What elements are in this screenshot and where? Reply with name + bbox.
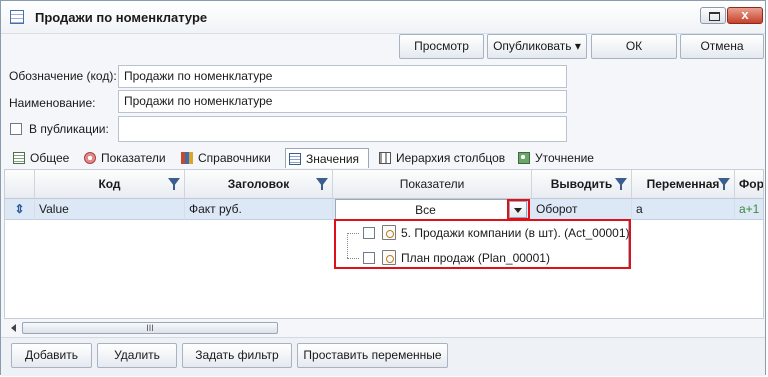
tab-label: Иерархия столбцов bbox=[396, 151, 506, 165]
filter-icon[interactable] bbox=[718, 178, 730, 190]
cell-variable[interactable]: a bbox=[632, 199, 735, 220]
column-header-formula[interactable]: Форм bbox=[735, 170, 764, 199]
horizontal-scrollbar[interactable]: III bbox=[11, 322, 767, 335]
filter-icon[interactable] bbox=[168, 178, 180, 190]
hierarchy-icon bbox=[379, 152, 391, 164]
list-icon bbox=[13, 152, 25, 164]
dropdown-arrow-highlight bbox=[507, 199, 530, 220]
cell-code[interactable]: Value bbox=[35, 199, 185, 220]
publication-checkbox[interactable] bbox=[10, 123, 22, 135]
books-icon bbox=[181, 152, 193, 164]
preview-button[interactable]: Просмотр bbox=[399, 34, 484, 59]
dialog-window: Продажи по номенклатуре x Просмотр Опубл… bbox=[0, 0, 767, 376]
table-icon bbox=[289, 153, 301, 165]
tab-label: Уточнение bbox=[535, 151, 594, 165]
tab-label: Справочники bbox=[198, 151, 271, 165]
tab-values[interactable]: Значения bbox=[285, 148, 369, 168]
window-title: Продажи по номенклатуре bbox=[35, 10, 208, 25]
row-indicator-header bbox=[5, 170, 35, 199]
tab-refinement[interactable]: Уточнение bbox=[515, 148, 605, 168]
tab-label: Общее bbox=[30, 151, 70, 165]
set-variables-button[interactable]: Проставить переменные bbox=[297, 343, 448, 368]
publish-button[interactable]: Опубликовать ▾ bbox=[487, 34, 587, 59]
code-label: Обозначение (код): bbox=[9, 69, 117, 83]
column-header-title[interactable]: Заголовок bbox=[185, 170, 333, 199]
column-header-label: Выводить bbox=[550, 177, 613, 191]
scroll-left-icon[interactable] bbox=[11, 324, 16, 332]
column-header-label: Переменная bbox=[646, 177, 720, 191]
table-icon bbox=[10, 10, 24, 24]
add-button[interactable]: Добавить bbox=[11, 343, 92, 368]
close-button[interactable]: x bbox=[727, 7, 763, 24]
filter-icon[interactable] bbox=[615, 178, 627, 190]
code-input[interactable]: Продажи по номенклатуре bbox=[118, 65, 567, 88]
tab-general[interactable]: Общее bbox=[10, 148, 76, 168]
maximize-button[interactable] bbox=[700, 7, 726, 24]
tab-indicators[interactable]: Показатели bbox=[81, 148, 173, 168]
column-header-indicators[interactable]: Показатели bbox=[333, 170, 532, 199]
delete-button[interactable]: Удалить bbox=[97, 343, 177, 368]
ok-button[interactable]: ОК bbox=[591, 34, 677, 59]
cancel-button[interactable]: Отмена bbox=[680, 34, 764, 59]
tab-label: Показатели bbox=[101, 151, 166, 165]
title-bar: Продажи по номенклатуре x bbox=[1, 1, 765, 34]
refine-icon bbox=[518, 152, 530, 164]
tab-column-hierarchy[interactable]: Иерархия столбцов bbox=[376, 148, 510, 168]
column-header-variable[interactable]: Переменная bbox=[632, 170, 735, 199]
column-header-label: Код bbox=[98, 177, 121, 191]
scrollbar-thumb[interactable]: III bbox=[22, 322, 278, 334]
row-move-icon[interactable]: ⇕ bbox=[5, 199, 35, 220]
name-input[interactable]: Продажи по номенклатуре bbox=[118, 90, 567, 113]
tab-directories[interactable]: Справочники bbox=[178, 148, 280, 168]
filter-icon[interactable] bbox=[316, 178, 328, 190]
set-filter-button[interactable]: Задать фильтр bbox=[182, 343, 292, 368]
column-header-label: Форм bbox=[739, 177, 764, 191]
column-header-code[interactable]: Код bbox=[35, 170, 185, 199]
cell-indicators-combobox[interactable]: Все bbox=[335, 199, 512, 220]
publication-input[interactable] bbox=[118, 116, 567, 142]
dropdown-list-highlight bbox=[334, 219, 631, 269]
cell-title[interactable]: Факт руб. bbox=[185, 199, 333, 220]
column-header-label: Показатели bbox=[399, 177, 465, 191]
cell-formula[interactable]: a+1 bbox=[735, 199, 763, 220]
tab-label: Значения bbox=[306, 152, 360, 166]
name-label: Наименование: bbox=[9, 96, 96, 110]
column-header-output[interactable]: Выводить bbox=[532, 170, 632, 199]
cell-output[interactable]: Оборот bbox=[532, 199, 632, 220]
publication-label: В публикации: bbox=[29, 122, 109, 136]
indicators-icon bbox=[84, 152, 96, 164]
column-header-label: Заголовок bbox=[227, 177, 290, 191]
